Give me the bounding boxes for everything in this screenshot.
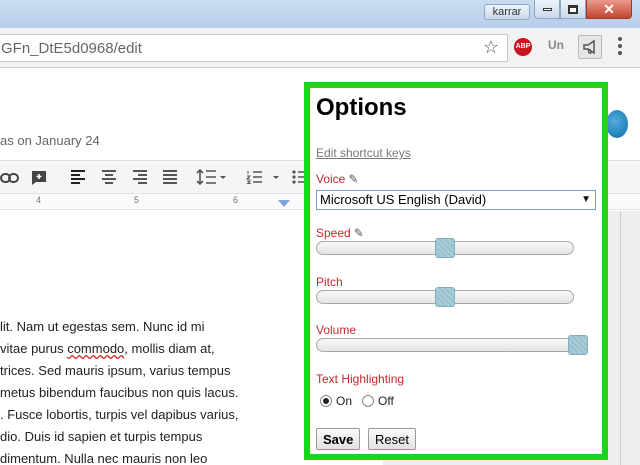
line-spacing-icon[interactable] [196, 169, 226, 185]
browser-toolbar: GFn_DtE5d0968/edit ☆ [0, 28, 640, 68]
close-icon: ✕ [603, 1, 615, 17]
address-bar[interactable]: GFn_DtE5d0968/edit ☆ [0, 34, 508, 62]
url-text: GFn_DtE5d0968/edit [1, 40, 142, 57]
volume-label: Volume [316, 323, 357, 337]
link-icon[interactable] [0, 171, 20, 185]
volume-slider-thumb[interactable] [568, 335, 588, 355]
speed-slider[interactable] [316, 238, 574, 258]
close-window-button[interactable]: ✕ [586, 0, 632, 19]
text-highlighting-options: On Off [320, 394, 404, 408]
highlight-off-radio[interactable] [362, 395, 375, 407]
align-right-icon[interactable] [132, 170, 148, 184]
doc-text-line: vitae purus commodo, mollis diam at, [0, 341, 215, 357]
voice-select[interactable]: Microsoft US English (David) ▼ [316, 190, 596, 210]
doc-text-segment: , mollis diam at, [124, 341, 215, 356]
avatar[interactable] [606, 110, 628, 138]
doc-text-line: dimentum. Nulla nec mauris non leo [0, 451, 208, 465]
speed-label-text: Speed [316, 226, 351, 240]
align-center-icon[interactable] [101, 170, 117, 184]
voice-selected-value: Microsoft US English (David) [320, 192, 487, 207]
profile-user-button[interactable]: karrar [484, 4, 530, 20]
last-edit-text: as on January 24 [0, 133, 100, 148]
dropdown-arrow-icon: ▼ [581, 194, 591, 205]
megaphone-icon [583, 39, 595, 55]
ruler-number: 4 [36, 195, 42, 205]
doc-text-line: trices. Sed mauris ipsum, varius tempus [0, 363, 231, 378]
highlight-on-label[interactable]: On [336, 394, 352, 408]
minimize-button[interactable] [534, 0, 560, 19]
pencil-icon[interactable]: ✎ [354, 226, 364, 240]
misspelled-word[interactable]: commodo [67, 341, 124, 356]
doc-text-line: metus bibendum faucibus non quis lacus. [0, 385, 239, 400]
minimize-icon [542, 7, 552, 11]
screen: karrar ✕ GFn_DtE5d0968/edit ☆ ABP Un as … [0, 0, 640, 465]
maximize-button[interactable] [560, 0, 586, 19]
highlight-on-radio[interactable] [320, 395, 332, 407]
text-highlighting-label: Text Highlighting [316, 372, 405, 386]
scrollbar[interactable] [620, 211, 621, 465]
options-popup: Options Edit shortcut keys Voice ✎ Micros… [304, 82, 608, 460]
pitch-slider-thumb[interactable] [435, 287, 455, 307]
doc-text-line: . Fusce lobortis, turpis vel dapibus var… [0, 407, 239, 422]
un-extension-icon[interactable]: Un [548, 38, 564, 52]
numbered-list-icon[interactable] [246, 169, 286, 185]
maximize-icon [568, 4, 578, 14]
add-comment-icon[interactable] [31, 170, 47, 186]
pitch-label: Pitch [316, 275, 343, 289]
speed-slider-thumb[interactable] [435, 238, 455, 258]
indent-marker[interactable] [278, 200, 290, 207]
voice-label-text: Voice [316, 172, 346, 186]
pitch-slider[interactable] [316, 287, 574, 307]
bookmark-star-icon[interactable]: ☆ [483, 37, 499, 58]
highlight-off-label[interactable]: Off [378, 394, 394, 408]
volume-slider[interactable] [316, 335, 588, 355]
doc-text-line: dio. Duis id sapien et turpis tempus [0, 429, 203, 444]
adblock-plus-icon[interactable]: ABP [514, 38, 532, 56]
edit-shortcut-keys-link[interactable]: Edit shortcut keys [316, 146, 411, 160]
speed-label: Speed ✎ [316, 226, 364, 240]
browser-title-bar: karrar ✕ [0, 0, 640, 28]
options-title: Options [316, 94, 407, 121]
pencil-icon[interactable]: ✎ [348, 172, 358, 186]
align-left-icon[interactable] [70, 170, 86, 184]
save-button[interactable]: Save [316, 428, 361, 450]
doc-text-line: lit. Nam ut egestas sem. Nunc id mi [0, 319, 205, 334]
voice-label: Voice ✎ [316, 172, 358, 186]
ruler-number: 6 [233, 195, 239, 205]
browser-menu-icon[interactable] [618, 37, 622, 55]
justify-icon[interactable] [162, 170, 178, 184]
speak-extension-button[interactable] [578, 35, 602, 59]
doc-text-segment: vitae purus [0, 341, 68, 356]
ruler-number: 5 [134, 195, 140, 205]
reset-button[interactable]: Reset [368, 428, 416, 450]
